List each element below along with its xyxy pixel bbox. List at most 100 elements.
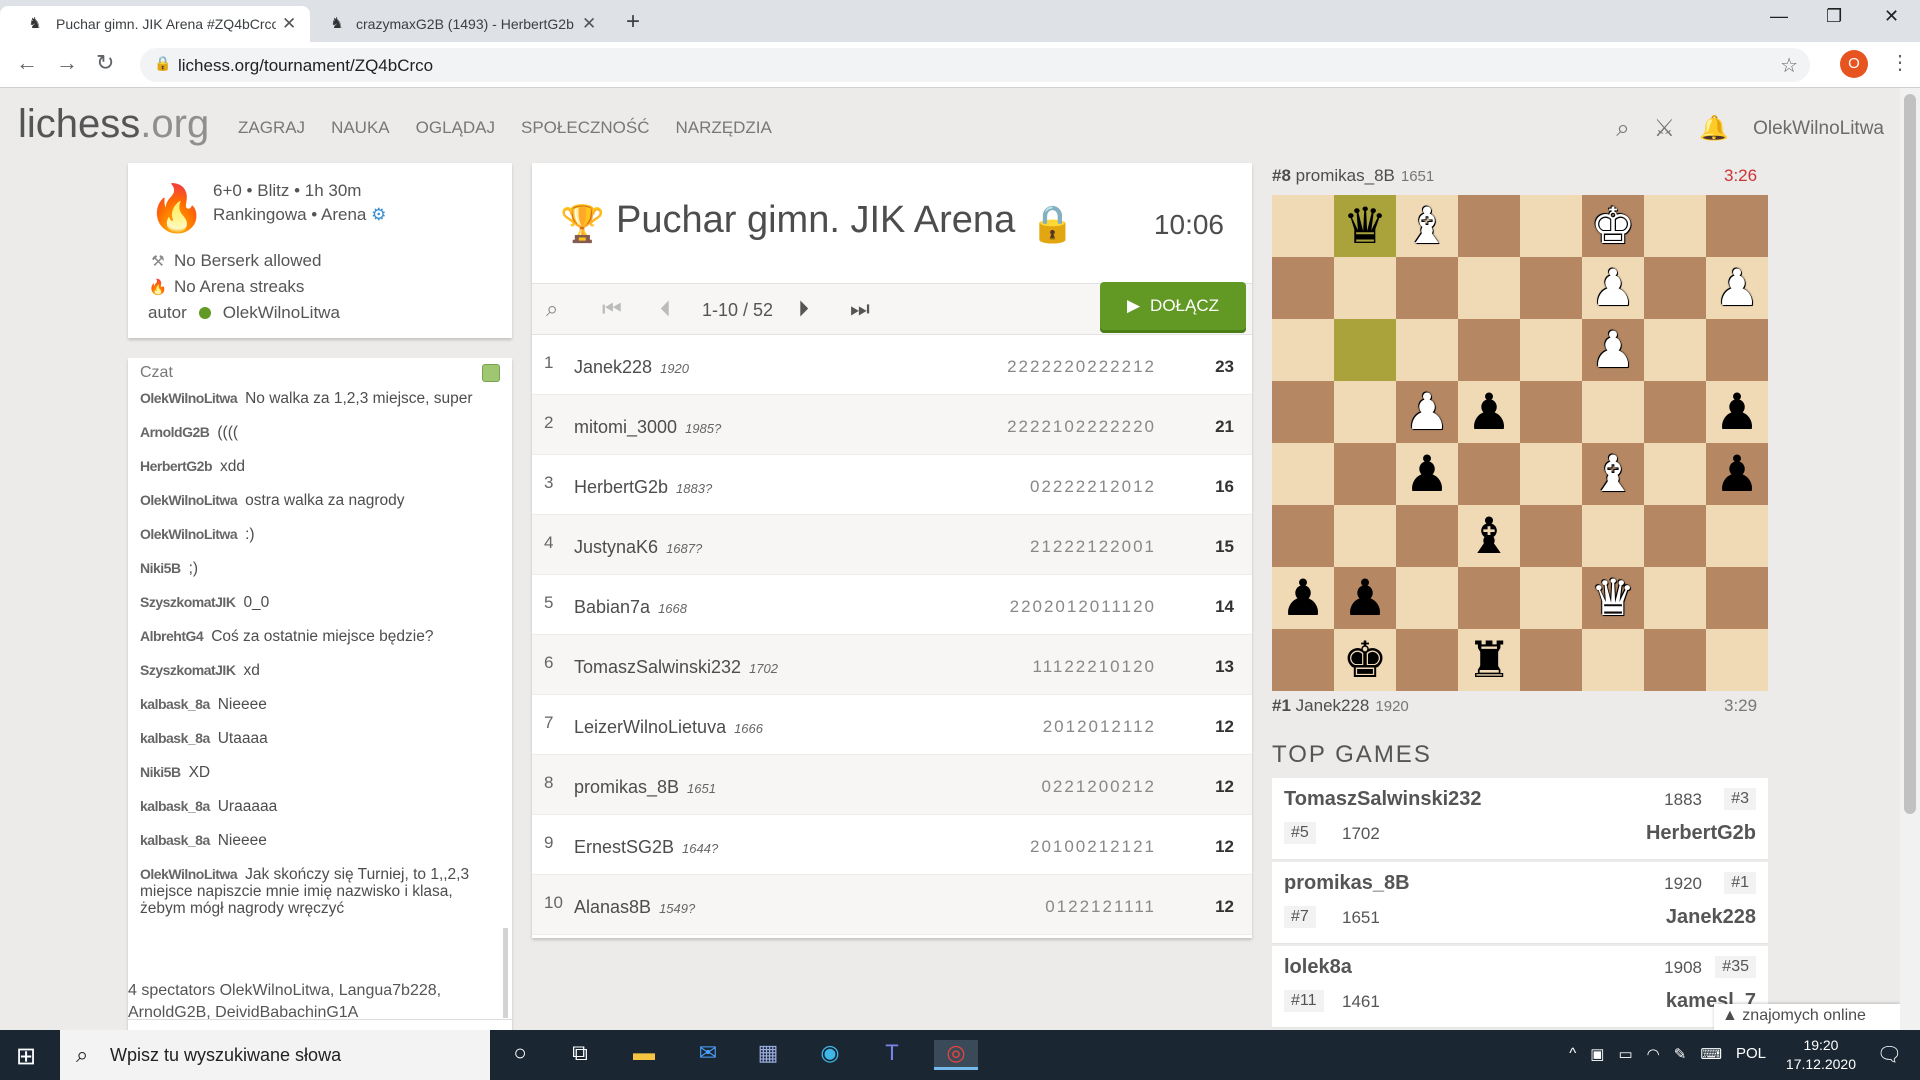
top-game-item[interactable]: TomaszSalwinski232 1883 #3 #5 1702 HerbertG2b: [1272, 778, 1768, 860]
tray-app-icon[interactable]: ▣: [1590, 1045, 1604, 1063]
close-window-icon[interactable]: ✕: [1884, 6, 1899, 27]
teams-icon[interactable]: T: [874, 1040, 910, 1070]
author-link[interactable]: OlekWilnoLitwa: [223, 303, 340, 323]
chat-username[interactable]: OlekWilnoLitwa: [140, 526, 238, 542]
chrome-icon[interactable]: ◎: [934, 1040, 978, 1070]
minimize-icon[interactable]: —: [1770, 6, 1788, 27]
board-square[interactable]: ♝: [1582, 443, 1644, 505]
board-square[interactable]: [1458, 195, 1520, 257]
top-game-item[interactable]: promikas_8B 1920 #1 #7 1651 Janek228: [1272, 862, 1768, 944]
close-tab-icon[interactable]: ✕: [282, 14, 296, 34]
featured-top-player[interactable]: #8 promikas_8B 1651: [1272, 166, 1434, 186]
nav-spolecznosc[interactable]: SPOŁECZNOŚĆ: [521, 118, 649, 138]
white-queen-icon[interactable]: ♛: [1591, 573, 1636, 623]
table-row[interactable]: 6 TomaszSalwinski232 1702 11122210120 13: [532, 635, 1252, 695]
board-square[interactable]: [1458, 257, 1520, 319]
black-queen-icon[interactable]: ♛: [1343, 201, 1388, 251]
player-name[interactable]: LeizerWilnoLietuva 1666: [574, 717, 763, 738]
black-pawn-icon[interactable]: ♟: [1467, 387, 1512, 437]
board-square[interactable]: [1458, 319, 1520, 381]
chat-username[interactable]: kalbask_8a: [140, 730, 210, 746]
game-player-2[interactable]: Janek228: [1666, 906, 1756, 929]
board-square[interactable]: [1272, 629, 1334, 691]
board-square[interactable]: [1396, 567, 1458, 629]
board-square[interactable]: ♟: [1582, 319, 1644, 381]
board-square[interactable]: [1582, 505, 1644, 567]
board-square[interactable]: ♟: [1396, 443, 1458, 505]
chat-username[interactable]: AlbrehtG4: [140, 628, 204, 644]
board-square[interactable]: ♟: [1706, 443, 1768, 505]
forward-icon[interactable]: →: [56, 50, 78, 76]
board-square[interactable]: [1644, 567, 1706, 629]
board-square[interactable]: [1396, 257, 1458, 319]
player-name[interactable]: ErnestSG2B 1644?: [574, 837, 718, 858]
page-scrollbar[interactable]: [1900, 88, 1920, 1030]
table-row[interactable]: 3 HerbertG2b 1883? 02222212012 16: [532, 455, 1252, 515]
board-square[interactable]: [1272, 319, 1334, 381]
chat-toggle-checkbox[interactable]: [482, 364, 500, 382]
board-square[interactable]: ♟: [1396, 381, 1458, 443]
white-pawn-icon[interactable]: ♟: [1715, 263, 1760, 313]
white-pawn-icon[interactable]: ♟: [1591, 263, 1636, 313]
reload-icon[interactable]: ↻: [96, 50, 114, 76]
chat-username[interactable]: kalbask_8a: [140, 832, 210, 848]
board-square[interactable]: ♝: [1396, 195, 1458, 257]
search-icon[interactable]: ⌕: [1616, 115, 1629, 143]
table-row[interactable]: 10 Alanas8B 1549? 0122121111 12: [532, 875, 1252, 935]
friends-online-toggle[interactable]: ▲ znajomych online: [1714, 1004, 1900, 1030]
board-square[interactable]: [1644, 629, 1706, 691]
board-square[interactable]: [1706, 505, 1768, 567]
white-bishop-icon[interactable]: ♝: [1405, 201, 1450, 251]
white-pawn-icon[interactable]: ♟: [1591, 325, 1636, 375]
task-view-icon[interactable]: ⧉: [562, 1040, 598, 1070]
bell-icon[interactable]: 🔔: [1699, 114, 1729, 143]
board-square[interactable]: [1458, 443, 1520, 505]
player-name[interactable]: Alanas8B 1549?: [574, 897, 695, 918]
calculator-icon[interactable]: ▦: [750, 1040, 786, 1070]
chat-username[interactable]: OlekWilnoLitwa: [140, 390, 238, 406]
chat-username[interactable]: Niki5B: [140, 560, 181, 576]
board-square[interactable]: [1458, 567, 1520, 629]
profile-avatar[interactable]: O: [1840, 50, 1868, 78]
chat-username[interactable]: ArnoldG2B: [140, 424, 210, 440]
player-name[interactable]: mitomi_3000 1985?: [574, 417, 721, 438]
board-square[interactable]: [1644, 443, 1706, 505]
file-explorer-icon[interactable]: ▬: [626, 1040, 662, 1070]
chat-username[interactable]: SzyszkomatJIK: [140, 662, 236, 678]
board-square[interactable]: ♟: [1272, 567, 1334, 629]
board-square[interactable]: [1644, 381, 1706, 443]
board-square[interactable]: ♟: [1458, 381, 1520, 443]
game-player-1[interactable]: TomaszSalwinski232: [1284, 788, 1482, 811]
board-square[interactable]: [1644, 257, 1706, 319]
prev-page-icon[interactable]: ⏴: [660, 296, 671, 322]
player-name[interactable]: Babian7a 1668: [574, 597, 687, 618]
board-square[interactable]: [1396, 505, 1458, 567]
board-square[interactable]: ♛: [1582, 567, 1644, 629]
black-pawn-icon[interactable]: ♟: [1281, 573, 1326, 623]
black-pawn-icon[interactable]: ♟: [1715, 449, 1760, 499]
white-king-icon[interactable]: ♚: [1591, 201, 1636, 251]
black-bishop-icon[interactable]: ♝: [1467, 511, 1512, 561]
first-page-icon[interactable]: ⏮: [602, 296, 622, 322]
chat-username[interactable]: OlekWilnoLitwa: [140, 492, 238, 508]
board-square[interactable]: [1520, 443, 1582, 505]
close-tab-icon[interactable]: ✕: [582, 14, 596, 34]
clock[interactable]: 19:20 17.12.2020: [1786, 1036, 1856, 1074]
url-input[interactable]: 🔒 lichess.org/tournament/ZQ4bCrco ☆: [140, 48, 1810, 82]
back-icon[interactable]: ←: [16, 50, 38, 76]
board-square[interactable]: [1706, 567, 1768, 629]
player-name[interactable]: JustynaK6 1687?: [574, 537, 702, 558]
windows-start-icon[interactable]: ⊞: [16, 1042, 36, 1071]
chess-board[interactable]: ♛ ♝ ♚ ♟ ♟ ♟ ♟ ♟ ♟ ♟ ♝ ♟ ♝ ♟ ♟ ♛ ♚ ♜: [1272, 195, 1768, 691]
wifi-icon[interactable]: ◠: [1647, 1045, 1660, 1063]
board-square[interactable]: [1272, 195, 1334, 257]
game-player-1[interactable]: lolek8a: [1284, 956, 1352, 979]
board-square[interactable]: [1272, 505, 1334, 567]
game-player-2[interactable]: HerbertG2b: [1646, 822, 1756, 845]
maximize-icon[interactable]: ❐: [1826, 6, 1842, 27]
last-page-icon[interactable]: ⏭: [850, 296, 870, 322]
player-name[interactable]: Janek228 1920: [574, 357, 689, 378]
new-tab-icon[interactable]: +: [626, 8, 640, 36]
chat-username[interactable]: kalbask_8a: [140, 696, 210, 712]
search-icon[interactable]: ⌕: [546, 296, 558, 322]
